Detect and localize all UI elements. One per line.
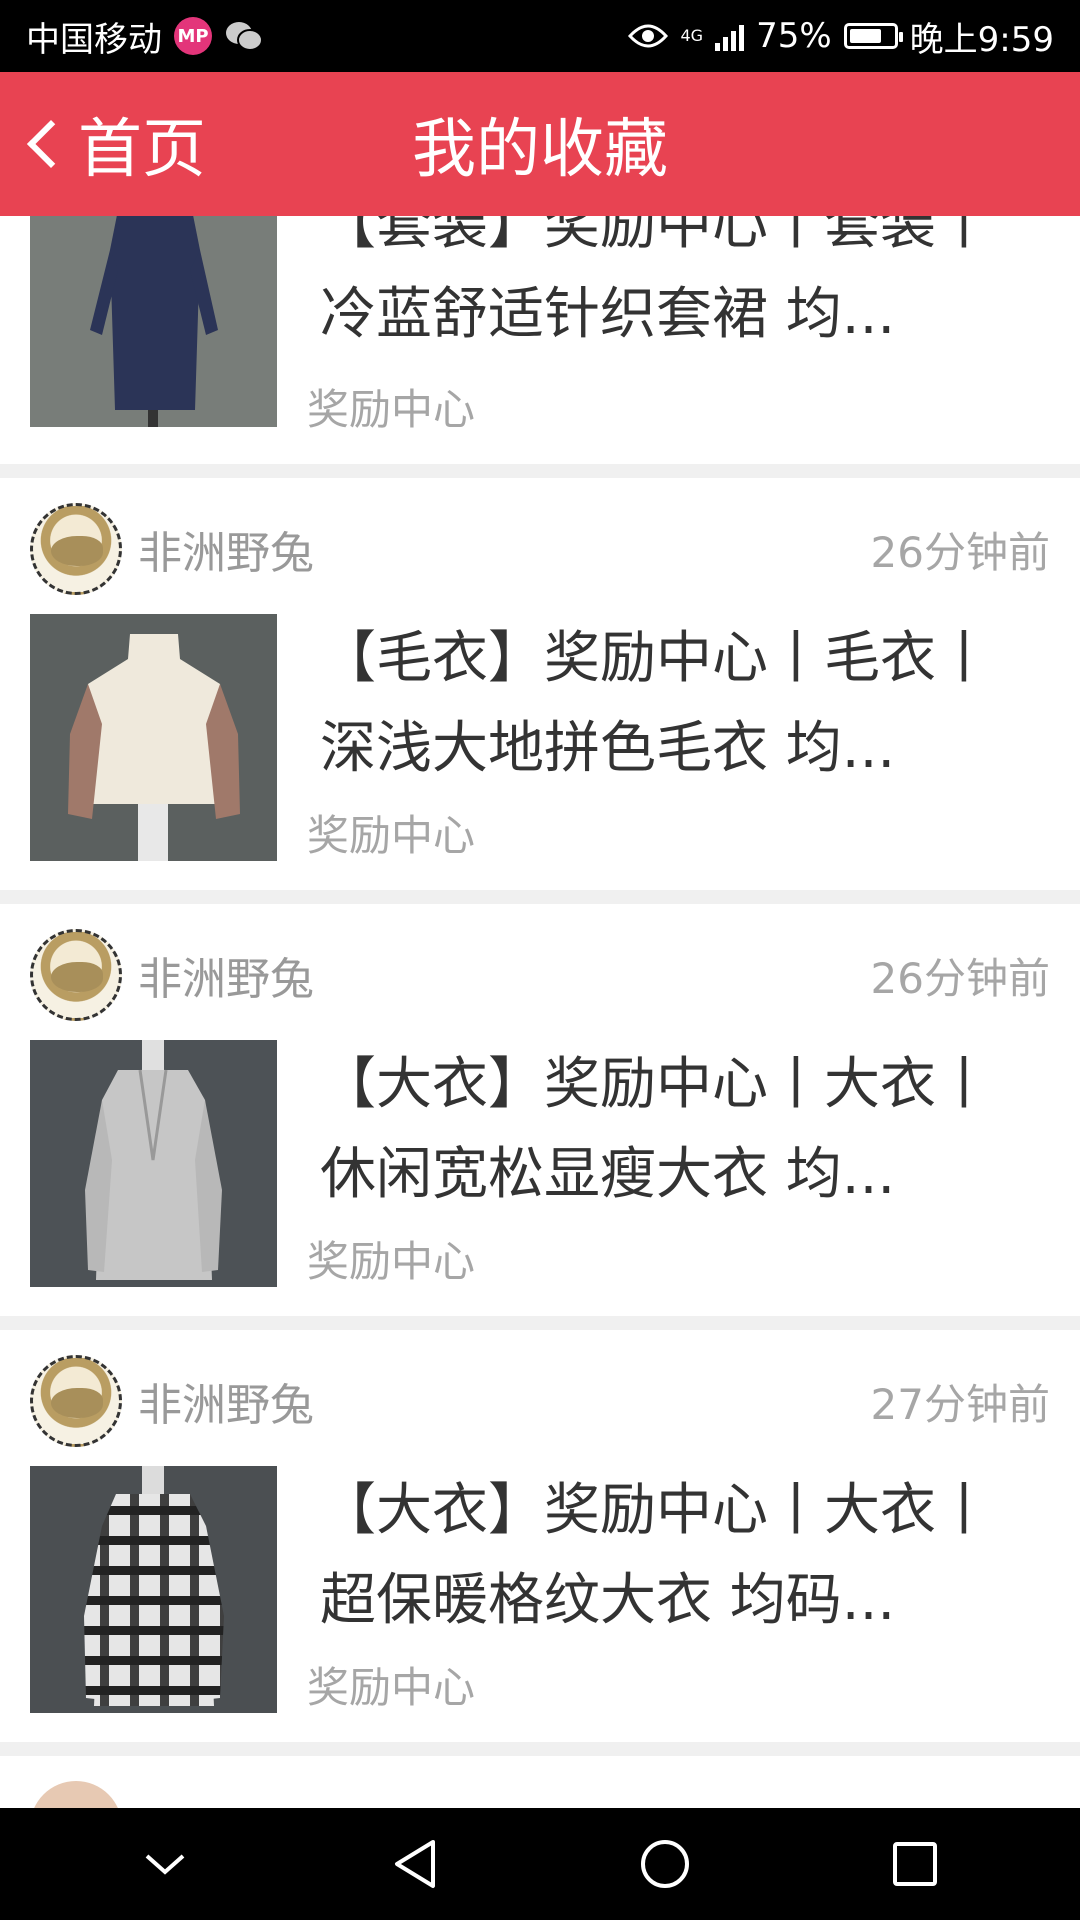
author-row: 非洲野兔 26分钟前 [30,502,1050,596]
author-name[interactable]: 非洲野兔 [138,1369,871,1433]
author-row: 非洲野兔 26分钟前 [30,928,1050,1022]
signal-icon [715,21,745,51]
list-item[interactable]: 【套装】奖励中心丨套装丨冷蓝舒适针织套裙 均... 奖励中心 [0,216,1080,464]
item-thumbnail [30,216,277,427]
chevron-left-icon [26,119,76,169]
item-source: 奖励中心 [307,1663,476,1712]
author-row: 非洲野兔 27分钟前 [30,1354,1050,1448]
author-name[interactable]: 非洲野兔 [138,517,871,581]
clock: 晚上9:59 [909,19,1054,60]
wechat-icon [226,22,263,51]
item-source: 奖励中心 [307,385,476,434]
square-recents-icon [893,1842,937,1886]
network-type-label: 4G [680,26,704,45]
item-title[interactable]: 【套装】奖励中心丨套装丨冷蓝舒适针织套裙 均... [320,216,1000,360]
battery-percent: 75% [756,16,832,56]
item-time: 27分钟前 [870,1379,1050,1429]
avatar[interactable] [30,503,122,595]
item-time: 26分钟前 [870,527,1050,577]
list-item[interactable] [0,1756,1080,1808]
author-row [30,1780,1050,1808]
page-title-text: 我的收藏 [412,113,668,187]
app-header: 我的收藏 首页 [0,72,1080,216]
item-source: 奖励中心 [307,811,476,860]
item-thumbnail[interactable] [30,614,277,861]
nav-back-button[interactable] [375,1824,455,1904]
chevron-down-icon [145,1854,185,1875]
item-title[interactable]: 【大衣】奖励中心丨大衣丨休闲宽松显瘦大衣 均... [320,1040,1000,1220]
nav-collapse-button[interactable] [125,1824,205,1904]
list-item[interactable]: 非洲野兔 26分钟前 【大衣】奖励中心丨大衣丨休闲宽松显瘦大衣 均... 奖励中… [0,904,1080,1316]
list-item[interactable]: 非洲野兔 26分钟前 【毛衣】奖励中心丨毛衣丨深浅大地拼色毛衣 均... 奖励中… [0,478,1080,890]
avatar[interactable] [30,1355,122,1447]
item-thumbnail[interactable] [30,1040,277,1287]
back-button[interactable]: 首页 [18,72,206,216]
item-source: 奖励中心 [307,1237,476,1286]
list-item[interactable]: 非洲野兔 27分钟前 【大衣】奖励中心丨大衣丨超保暖格纹大衣 均码... 奖励中… [0,1330,1080,1742]
back-label: 首页 [78,113,206,187]
favorites-list[interactable]: 【套装】奖励中心丨套装丨冷蓝舒适针织套裙 均... 奖励中心 非洲野兔 26分钟… [0,216,1080,1808]
status-bar: 中国移动 MP 4G 75% 晚上9:59 [0,0,1080,72]
item-title[interactable]: 【毛衣】奖励中心丨毛衣丨深浅大地拼色毛衣 均... [320,614,1000,794]
battery-level [849,29,882,43]
mp-app-icon: MP [174,17,212,55]
circle-home-icon [641,1840,689,1888]
carrier-label: 中国移动 [26,19,162,60]
avatar[interactable] [30,1781,122,1808]
nav-recents-button[interactable] [875,1824,955,1904]
item-time: 26分钟前 [870,953,1050,1003]
item-title[interactable]: 【大衣】奖励中心丨大衣丨超保暖格纹大衣 均码... [320,1466,1000,1646]
eye-icon [628,24,669,48]
author-name[interactable]: 非洲野兔 [138,943,871,1007]
avatar[interactable] [30,929,122,1021]
battery-icon [843,23,903,49]
triangle-back-icon [395,1840,435,1888]
nav-home-button[interactable] [625,1824,705,1904]
system-nav-bar [0,1808,1080,1920]
item-thumbnail[interactable] [30,1466,277,1713]
